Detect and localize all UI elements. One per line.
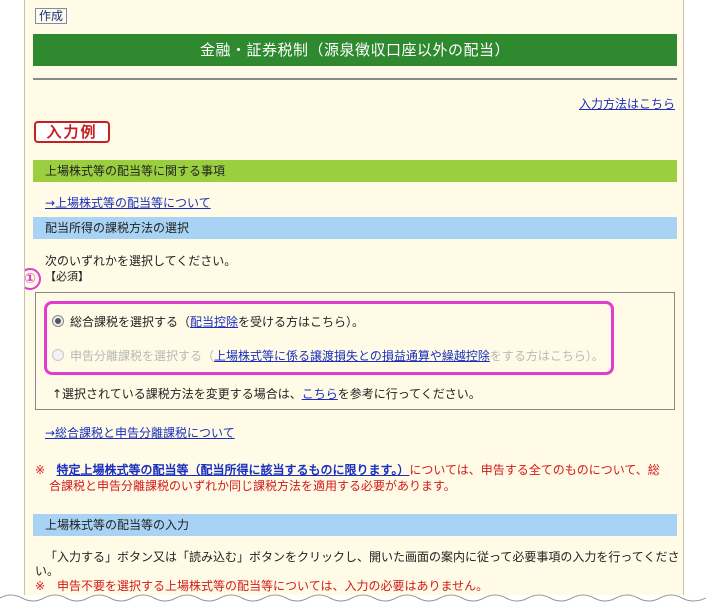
link-dividend-deduction[interactable]: 配当控除	[190, 315, 238, 329]
tax-method-choice-box: 総合課税を選択する（配当控除を受ける方はこちら）。 申告分離課税を選択する（上場…	[35, 292, 675, 410]
page-title: 金融・証券税制（源泉徴収口座以外の配当）	[33, 34, 677, 66]
change-note-suffix: を参考に行ってください。	[337, 387, 481, 401]
link-about-tax-methods[interactable]: →総合課税と申告分離課税について	[45, 424, 235, 441]
content-page: 作成 金融・証券税制（源泉徴収口座以外の配当） 入力方法はこちら 入力例 上場株…	[24, 0, 684, 595]
section-heading-tax-method: 配当所得の課税方法の選択	[33, 217, 677, 239]
section-heading-input: 上場株式等の配当等の入力	[33, 514, 677, 536]
option2-prefix: 申告分離課税を選択する（	[70, 349, 215, 363]
title-divider	[33, 78, 677, 80]
input-instruction-cont: い。	[35, 564, 60, 578]
notice-mark: ※	[35, 463, 46, 477]
notice-line1: については、申告する全てのものについて、総	[409, 463, 660, 477]
torn-edge	[0, 594, 706, 612]
option-comprehensive-tax[interactable]: 総合課税を選択する（配当控除を受ける方はこちら）。	[70, 313, 364, 330]
radio-separate-tax[interactable]	[52, 349, 64, 361]
radio-comprehensive-tax[interactable]	[52, 315, 64, 327]
option-separate-tax[interactable]: 申告分離課税を選択する（上場株式等に係る譲渡損失との損益通算や繰越控除をする方は…	[70, 347, 604, 364]
link-loss-offset[interactable]: 上場株式等に係る譲渡損失との損益通算や繰越控除	[214, 349, 490, 363]
link-change-method[interactable]: こちら	[302, 387, 338, 401]
instruction-text: 次のいずれかを選択してください。	[45, 254, 237, 268]
required-label: 【必須】	[45, 270, 89, 283]
howto-link[interactable]: 入力方法はこちら	[579, 95, 675, 112]
created-tab[interactable]: 作成	[35, 8, 68, 24]
notice-line2: 合課税と申告分離課税のいずれか同じ課税方法を適用する必要があります。	[49, 479, 456, 493]
change-method-note: ↑選択されている課税方法を変更する場合は、こちらを参考に行ってください。	[52, 385, 481, 402]
link-about-dividends[interactable]: →上場株式等の配当等について	[45, 194, 211, 211]
step-marker: ①	[25, 268, 41, 290]
notice-text: ※ 特定上場株式等の配当等（配当所得に該当するものに限ります。）については、申告…	[35, 462, 675, 494]
input-instruction: 「入力する」ボタン又は「読み込む」ボタンをクリックし、開いた画面の案内に従って必…	[45, 550, 680, 564]
option1-prefix: 総合課税を選択する（	[70, 315, 191, 329]
example-badge: 入力例	[34, 121, 110, 143]
notice-emphasis[interactable]: 特定上場株式等の配当等（配当所得に該当するものに限ります。）	[57, 463, 410, 477]
option1-suffix: を受ける方はこちら）。	[238, 315, 365, 329]
section-heading-dividends: 上場株式等の配当等に関する事項	[33, 160, 677, 182]
change-note-prefix: ↑選択されている課税方法を変更する場合は、	[52, 387, 302, 401]
option2-suffix: をする方はこちら）。	[489, 349, 604, 363]
